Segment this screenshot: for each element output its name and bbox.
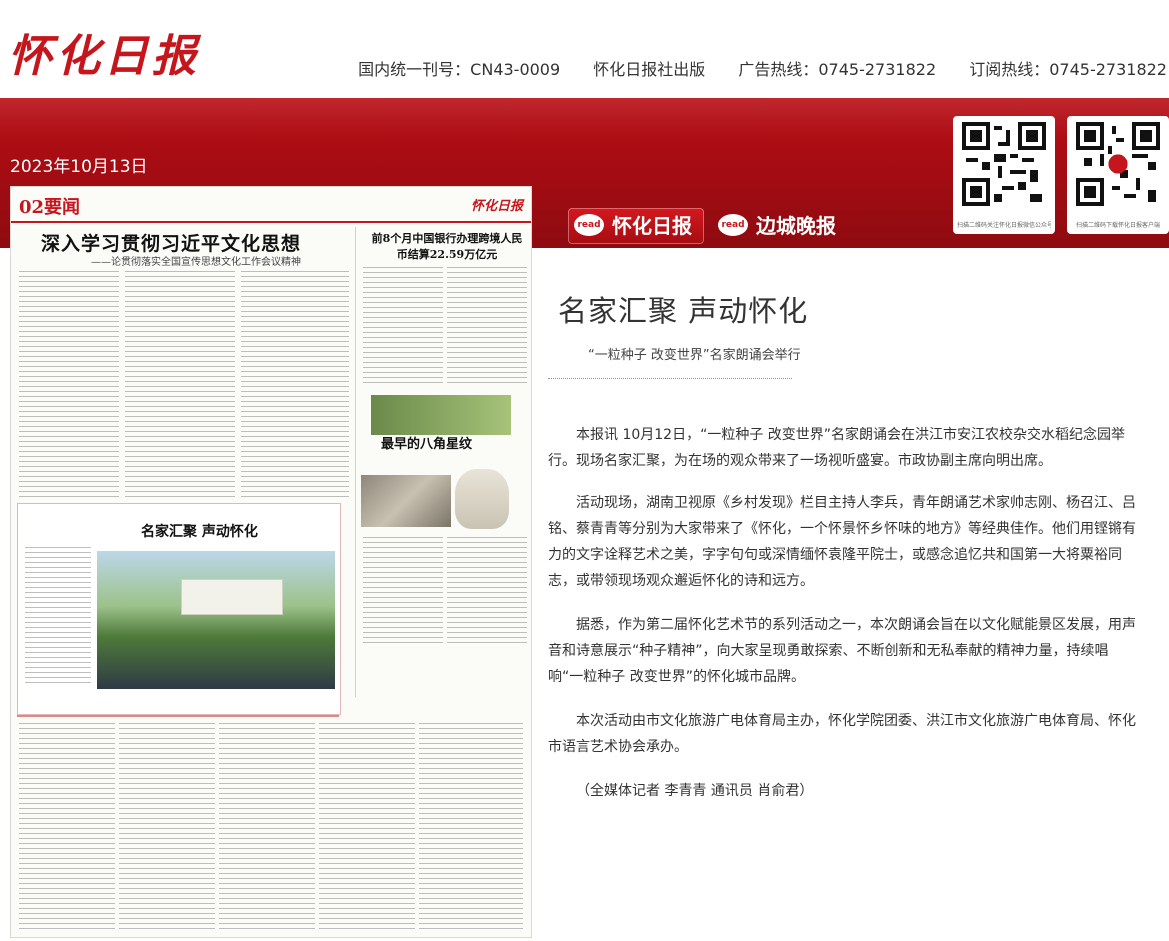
article-paragraph: 本次活动由市文化旅游广电体育局主办，怀化学院团委、洪江市文化旅游广电体育局、怀化… [548,713,1136,755]
tab-biancheng-evening[interactable]: read 边城晚报 [712,208,848,244]
text-column [219,723,315,929]
headline-culture-thought[interactable]: 深入学习贯彻习近平文化思想 [41,229,301,256]
read-badge-icon: read [574,214,604,236]
article-paragraph: 据悉，作为第二届怀化艺术节的系列活动之一，本次朗诵会旨在以文化赋能景区发展，用声… [548,617,1136,685]
read-badge-icon: read [718,214,748,236]
text-column [125,271,235,497]
tab-label: 怀化日报 [612,214,692,238]
site-header: 怀化日报 国内统一刊号：CN43-0009 怀化日报社出版 广告热线：0745-… [0,0,1169,98]
text-column [363,537,443,647]
culture-banner-image [371,395,511,435]
text-column [447,537,527,647]
qr-caption: 扫描二维码关注怀化日报微信公众号 [957,222,1051,229]
event-stage [181,579,283,615]
publication-info: 国内统一刊号：CN43-0009 怀化日报社出版 广告热线：0745-27318… [330,56,1167,80]
issn-text: 国内统一刊号：CN43-0009 [358,60,561,79]
app-qr-card: 扫描二维码下载怀化日报客户端 [1067,116,1169,234]
issue-date: 2023年10月13日 [10,157,148,177]
text-column [241,271,349,497]
newspaper-page[interactable]: 02要闻 怀化日报 深入学习贯彻习近平文化思想 ——论贯彻落实全国宣传思想文化工… [10,186,532,938]
title-divider [548,378,792,379]
article-paragraph: 活动现场，湖南卫视原《乡村发现》栏目主持人李兵，青年朗诵艺术家帅志刚、杨召江、吕… [548,495,1136,589]
event-photo [97,551,335,689]
headline-octagram[interactable]: 最早的八角星纹 [381,433,472,452]
headline-rmb-settlement[interactable]: 前8个月中国银行办理跨境人民币结算22.59万亿元 [367,231,527,263]
page-header-bar: 02要闻 怀化日报 [11,187,531,223]
text-column [419,723,523,929]
article-subtitle: “一粒种子 改变世界”名家朗诵会举行 [588,348,801,363]
tab-label: 边城晚报 [756,214,836,238]
text-column [19,271,119,497]
article-title: 名家汇聚 声动怀化 [558,294,809,328]
text-column [447,267,527,387]
ad-hotline-text: 广告热线：0745-2731822 [738,60,937,79]
text-column [119,723,215,929]
article-byline: （全媒体记者 李青青 通讯员 肖俞君） [576,783,814,799]
article-paragraph: 本报讯 10月12日，“一粒种子 改变世界”名家朗诵会在洪江市安江农校杂交水稻纪… [548,427,1126,469]
feature-headline[interactable]: 名家汇聚 声动怀化 [141,521,258,541]
tab-huaihua-daily[interactable]: read 怀化日报 [568,208,704,244]
site-logo[interactable]: 怀化日报 [8,20,200,84]
relic-photo [361,475,451,527]
wechat-qr-card: 扫描二维码关注怀化日报微信公众号 [953,116,1055,234]
subheadline: ——论贯彻落实全国宣传思想文化工作会议精神 [91,257,301,268]
text-column [19,723,115,929]
text-column [363,267,443,387]
paper-switcher: read 怀化日报 read 边城晚报 [568,208,848,244]
publisher-text: 怀化日报社出版 [593,60,706,79]
qr-caption: 扫描二维码下载怀化日报客户端 [1075,222,1160,229]
text-column [25,547,91,687]
text-column [319,723,415,929]
qr-code-icon [962,122,1046,206]
subscribe-hotline-text: 订阅热线：0745-2731822 [969,60,1167,79]
section-rule [17,715,339,717]
pottery-photo [455,469,509,529]
page-label: 02要闻 [19,197,81,218]
page-logo: 怀化日报 [470,199,523,214]
column-divider [355,227,356,697]
qr-code-icon [1076,122,1160,206]
